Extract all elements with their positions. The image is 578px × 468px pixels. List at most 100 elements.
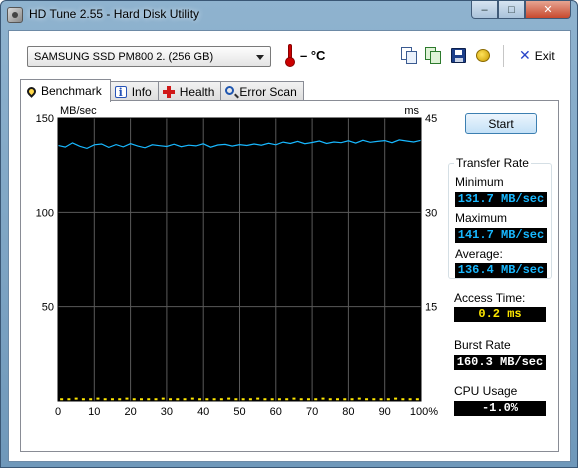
average-value: 136.4 MB/sec bbox=[455, 263, 547, 278]
thermometer-icon bbox=[284, 44, 296, 67]
access-time-point bbox=[415, 398, 419, 401]
y-axis-unit: MB/sec bbox=[60, 105, 97, 117]
access-time-point bbox=[292, 397, 296, 400]
burst-rate-value: 160.3 MB/sec bbox=[454, 355, 546, 370]
minimum-label: Minimum bbox=[455, 175, 504, 189]
x-tick-label: 60 bbox=[270, 406, 282, 418]
access-time-point bbox=[110, 398, 114, 401]
access-time-point bbox=[212, 398, 216, 401]
access-time-point bbox=[60, 398, 64, 401]
start-button[interactable]: Start bbox=[465, 113, 537, 134]
access-time-point bbox=[219, 398, 223, 401]
close-button[interactable]: ✕ bbox=[525, 1, 571, 19]
title-bar[interactable]: HD Tune 2.55 - Hard Disk Utility – □ ✕ bbox=[1, 1, 577, 29]
y2-axis-unit: ms bbox=[404, 105, 419, 117]
y2-tick-label: 15 bbox=[425, 302, 437, 314]
x-tick-label: 40 bbox=[197, 406, 209, 418]
tab-label: Error Scan bbox=[239, 84, 297, 99]
client-area: SAMSUNG SSD PM800 2. (256 GB) – °C ✕ Exi… bbox=[8, 30, 571, 462]
access-time-point bbox=[161, 397, 165, 400]
toolbar-separator bbox=[503, 45, 504, 67]
tab-health[interactable]: Health bbox=[157, 81, 222, 101]
access-time-point bbox=[350, 398, 354, 401]
access-time-point bbox=[343, 398, 347, 401]
options-icon[interactable] bbox=[475, 47, 492, 64]
tab-label: Benchmark bbox=[41, 84, 102, 98]
benchmark-icon bbox=[25, 84, 38, 98]
access-time-point bbox=[270, 398, 274, 401]
copy-screenshot-icon[interactable] bbox=[425, 47, 442, 64]
access-time-point bbox=[132, 398, 136, 401]
access-time-point bbox=[89, 398, 93, 401]
access-time-point bbox=[96, 397, 100, 400]
access-time-point bbox=[256, 397, 260, 400]
x-tick-label: 80 bbox=[342, 406, 354, 418]
access-time-point bbox=[394, 397, 398, 400]
tab-label: Health bbox=[179, 84, 215, 99]
tab-label: Info bbox=[131, 84, 152, 99]
x-tick-label: 50 bbox=[233, 406, 245, 418]
access-time-point bbox=[103, 398, 107, 401]
access-time-point bbox=[183, 398, 187, 401]
error-scan-icon bbox=[225, 86, 235, 95]
x-tick-label: 90 bbox=[379, 406, 391, 418]
access-time-point bbox=[365, 398, 369, 401]
tab-strip: Benchmark i Info Health Error Scan bbox=[20, 79, 304, 102]
y-tick-label: 50 bbox=[42, 302, 54, 314]
average-label: Average: bbox=[455, 247, 503, 261]
minimize-button[interactable]: – bbox=[471, 1, 498, 19]
x-tick-label: 20 bbox=[124, 406, 136, 418]
benchmark-graph: 0 10 20 30 40 50 60 70 80 90 100% 150 100 50 45 30 15 MB/… bbox=[36, 105, 439, 418]
x-tick-label: 70 bbox=[306, 406, 318, 418]
maximum-label: Maximum bbox=[455, 211, 508, 225]
y2-tick-label: 30 bbox=[425, 207, 437, 219]
access-time-point bbox=[285, 398, 289, 401]
access-time-point bbox=[190, 397, 194, 400]
caption-buttons: – □ ✕ bbox=[471, 1, 571, 19]
save-icon[interactable] bbox=[450, 47, 467, 64]
access-time-label: Access Time: bbox=[454, 291, 526, 305]
health-icon bbox=[162, 85, 175, 98]
tab-error-scan[interactable]: Error Scan bbox=[220, 81, 304, 101]
access-time-point bbox=[314, 398, 318, 401]
access-time-point bbox=[74, 397, 78, 400]
drive-select[interactable]: SAMSUNG SSD PM800 2. (256 GB) bbox=[27, 46, 271, 67]
burst-rate-label: Burst Rate bbox=[454, 338, 511, 352]
transfer-rate-legend: Transfer Rate bbox=[454, 156, 531, 170]
access-time-value: 0.2 ms bbox=[454, 307, 546, 322]
tab-benchmark[interactable]: Benchmark bbox=[20, 79, 111, 102]
access-time-point bbox=[205, 398, 209, 401]
minimum-value: 131.7 MB/sec bbox=[455, 192, 547, 207]
maximize-button[interactable]: □ bbox=[498, 1, 525, 19]
copy-text-icon[interactable] bbox=[401, 47, 418, 64]
access-time-point bbox=[139, 398, 143, 401]
x-tick-label: 100% bbox=[410, 406, 438, 418]
access-time-point bbox=[379, 398, 383, 401]
access-time-point bbox=[372, 398, 376, 401]
access-time-point bbox=[306, 398, 310, 401]
x-tick-label: 10 bbox=[88, 406, 100, 418]
access-time-point bbox=[357, 397, 361, 400]
access-time-point bbox=[176, 398, 180, 401]
app-window: HD Tune 2.55 - Hard Disk Utility – □ ✕ S… bbox=[0, 0, 578, 468]
x-tick-label: 0 bbox=[55, 406, 61, 418]
exit-button[interactable]: ✕ Exit bbox=[519, 46, 555, 66]
chevron-down-icon bbox=[256, 55, 264, 60]
window-title: HD Tune 2.55 - Hard Disk Utility bbox=[29, 7, 200, 21]
access-time-point bbox=[299, 398, 303, 401]
access-time-point bbox=[241, 398, 245, 401]
transfer-rate-group: Transfer Rate Minimum 131.7 MB/sec Maxim… bbox=[448, 156, 552, 279]
app-icon[interactable] bbox=[7, 7, 23, 23]
access-time-point bbox=[147, 398, 151, 401]
tab-info[interactable]: i Info bbox=[109, 81, 159, 101]
access-time-point bbox=[154, 398, 158, 401]
access-time-point bbox=[227, 397, 231, 400]
access-time-point bbox=[328, 398, 332, 401]
access-time-point bbox=[336, 398, 340, 401]
y2-tick-label: 45 bbox=[425, 113, 437, 125]
y-tick-label: 150 bbox=[36, 113, 54, 125]
access-time-point bbox=[169, 398, 173, 401]
access-time-point bbox=[248, 398, 252, 401]
toolbar: SAMSUNG SSD PM800 2. (256 GB) – °C ✕ Exi… bbox=[9, 31, 570, 77]
x-tick-label: 30 bbox=[161, 406, 173, 418]
